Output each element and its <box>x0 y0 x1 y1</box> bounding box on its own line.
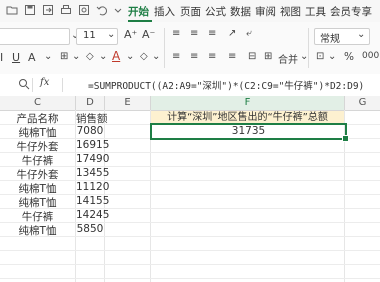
cell-d5[interactable]: 13455 <box>76 167 109 179</box>
formula-input[interactable]: =SUMPRODUCT((A2:A9="深圳")*(C2:C9="牛仔裤")*D… <box>88 78 364 92</box>
underline-icon[interactable]: U <box>12 51 20 64</box>
align-center-icon[interactable]: ≡ <box>190 51 198 62</box>
number-format-value: 常规 <box>320 34 340 45</box>
align-middle-icon[interactable]: ≡ <box>190 28 198 39</box>
column-header-f[interactable]: F <box>151 96 345 111</box>
title-menu-bar: 开始 插入 页面 公式 数据 审阅 视图 工具 会员专享 <box>0 0 380 22</box>
menu-view[interactable]: 视图 <box>280 4 301 19</box>
cell-c2[interactable]: 纯棉T恤 <box>0 125 75 140</box>
clear-format-icon[interactable]: ◇ <box>140 51 148 62</box>
grid-line <box>0 250 380 251</box>
cell-c9[interactable]: 纯棉T恤 <box>0 223 75 238</box>
font-size-select[interactable]: 11 ⌄ <box>76 28 118 45</box>
cell-c1[interactable]: 产品名称 <box>0 111 75 126</box>
cell-d3[interactable]: 16915 <box>76 139 109 151</box>
merge-label[interactable]: 合并 <box>278 51 298 66</box>
zoom-icon[interactable] <box>18 78 30 93</box>
cell-d7[interactable]: 14155 <box>76 195 109 207</box>
cell-f2-selected[interactable]: 31735 <box>150 123 349 142</box>
font-color-icon[interactable]: A <box>112 49 120 63</box>
italic-icon[interactable]: I <box>0 51 3 64</box>
grid-line <box>0 278 380 279</box>
f2-result: 31735 <box>231 125 266 137</box>
redo-dropdown-icon[interactable] <box>112 4 124 16</box>
number-format-select[interactable]: 常规 ⌄ <box>314 28 370 45</box>
font-name-select[interactable]: ⌄ <box>0 28 79 45</box>
align-top-icon[interactable]: ≡ <box>172 28 180 39</box>
menu-review[interactable]: 审阅 <box>255 4 276 19</box>
cell-c8[interactable]: 牛仔裤 <box>0 209 75 224</box>
fill-color-icon[interactable]: ◇ <box>86 51 94 62</box>
decrease-font-icon[interactable]: A⁻ <box>142 28 155 41</box>
cell-c6[interactable]: 纯棉T恤 <box>0 181 75 196</box>
cell-c3[interactable]: 牛仔外套 <box>0 139 75 154</box>
chevron-down-icon[interactable]: ⌄ <box>152 51 160 62</box>
chevron-down-icon[interactable]: ⌄ <box>44 51 52 62</box>
chevron-down-icon[interactable]: ⌄ <box>328 51 336 62</box>
increase-font-icon[interactable]: A⁺ <box>124 28 137 41</box>
column-header-d[interactable]: D <box>76 96 105 111</box>
cell-d1[interactable]: 销售额 <box>76 111 108 126</box>
cell-d8[interactable]: 14245 <box>76 209 109 221</box>
divider <box>32 78 33 92</box>
grid-line <box>0 264 380 265</box>
divider <box>62 78 63 92</box>
cell-d2[interactable]: 7080 <box>76 125 104 137</box>
justify-icon[interactable]: ≡ <box>228 51 236 62</box>
menu-insert[interactable]: 插入 <box>154 4 175 19</box>
menu-page[interactable]: 页面 <box>180 4 201 19</box>
column-header-c[interactable]: C <box>0 96 76 111</box>
menu-member[interactable]: 会员专享 <box>330 4 372 19</box>
column-header-e[interactable]: E <box>105 96 151 111</box>
ribbon: ⌄ 11 ⌄ A⁺ A⁻ I U A ⌄ ⊞ ⌄ ◇ ⌄ A ⌄ ◇ ⌄ ≡ ≡… <box>0 22 380 75</box>
font-size-value: 11 <box>83 30 96 41</box>
wrap-text-icon[interactable]: ⤶ <box>246 28 252 39</box>
chevron-down-icon: ⌄ <box>357 29 366 40</box>
export-icon[interactable] <box>42 4 54 16</box>
cell-c5[interactable]: 牛仔外套 <box>0 167 75 182</box>
print-icon[interactable] <box>60 4 72 16</box>
align-bottom-icon[interactable]: ≡ <box>208 28 216 39</box>
currency-icon[interactable]: ⊡ <box>316 51 324 62</box>
column-header-g[interactable]: G <box>345 96 380 111</box>
menu-tools[interactable]: 工具 <box>305 4 326 19</box>
chevron-down-icon: ⌄ <box>107 29 116 40</box>
chevron-down-icon[interactable]: ⌄ <box>126 51 134 62</box>
percent-button[interactable]: % <box>344 51 354 63</box>
cell-d9[interactable]: 5850 <box>76 223 104 235</box>
fill-handle[interactable] <box>342 135 349 142</box>
align-left-icon[interactable]: ≡ <box>172 51 180 62</box>
fx-icon[interactable]: fx <box>40 77 49 88</box>
comma-style-button[interactable]: 000 <box>362 51 379 61</box>
save-icon[interactable] <box>24 4 36 16</box>
border-icon[interactable]: ⊞ <box>60 51 68 62</box>
chevron-down-icon[interactable]: ⌄ <box>72 51 80 62</box>
cell-d6[interactable]: 11120 <box>76 181 109 193</box>
orientation-icon[interactable]: ↗ <box>228 28 236 39</box>
distribute-icon[interactable]: ⊟ <box>248 51 256 62</box>
chevron-down-icon[interactable]: ⌄ <box>99 51 107 62</box>
divider <box>164 28 165 68</box>
cell-c4[interactable]: 牛仔裤 <box>0 153 75 168</box>
cell-d4[interactable]: 17490 <box>76 153 109 165</box>
preview-icon[interactable] <box>78 4 90 16</box>
strikethrough-icon[interactable]: A <box>28 51 36 64</box>
align-right-icon[interactable]: ≡ <box>208 51 216 62</box>
folder-icon[interactable] <box>6 4 18 16</box>
formula-bar: fx =SUMPRODUCT((A2:A9="深圳")*(C2:C9="牛仔裤"… <box>0 74 380 97</box>
menu-formula[interactable]: 公式 <box>205 4 226 19</box>
merge-icon[interactable]: ⊞ <box>264 51 272 62</box>
undo-icon[interactable] <box>96 4 108 16</box>
menu-data[interactable]: 数据 <box>230 4 251 19</box>
divider <box>308 28 309 68</box>
cell-c7[interactable]: 纯棉T恤 <box>0 195 75 210</box>
menu-home[interactable]: 开始 <box>128 4 149 19</box>
